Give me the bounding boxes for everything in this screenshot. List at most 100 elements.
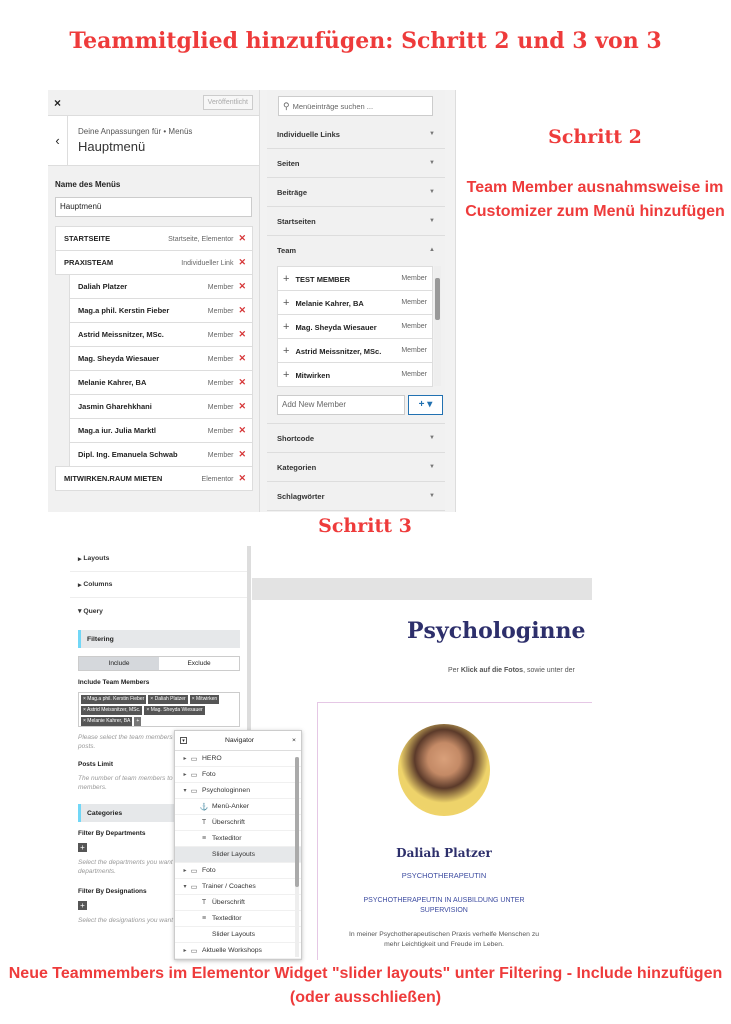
navigator-item[interactable]: ▸ ▭ Foto [175,863,301,879]
add-department-button[interactable]: + [78,843,87,852]
menu-item[interactable]: Dipl. Ing. Emanuela Schwab Member ✕ [69,442,253,467]
section-team[interactable]: Team ▲ [267,236,445,264]
section-shortcode[interactable]: Shortcode ▼ [267,424,445,453]
arrow-icon[interactable]: ▸ [181,867,189,874]
team-item[interactable]: + Mag. Sheyda Wiesauer Member [277,314,433,339]
team-item[interactable]: + TEST MEMBER Member [277,266,433,291]
remove-icon[interactable]: ✕ [238,353,246,363]
section-beiträge[interactable]: Beiträge ▼ [267,178,445,207]
menu-item[interactable]: Astrid Meissnitzer, MSc. Member ✕ [69,322,253,347]
menu-item[interactable]: Melanie Kahrer, BA Member ✕ [69,370,253,395]
team-item[interactable]: + Melanie Kahrer, BA Member [277,290,433,315]
navigator-item[interactable]: T Überschrift [175,895,301,911]
team-item[interactable]: + Astrid Meissnitzer, MSc. Member [277,338,433,363]
section-label: Kategorien [277,462,317,472]
remove-icon[interactable]: ✕ [238,281,246,291]
plus-icon[interactable]: + [283,369,289,381]
member-tag[interactable]: × Astrid Meissnitzer, MSc. [81,706,143,715]
remove-icon[interactable]: ✕ [238,329,246,339]
navigator-item[interactable]: ⚓ Menü-Anker [175,799,301,815]
back-icon[interactable]: ‹ [48,115,68,166]
menu-item[interactable]: PRAXISTEAM Individueller Link ✕ [55,250,253,275]
section-startseiten[interactable]: Startseiten ▼ [267,207,445,236]
remove-icon[interactable]: ✕ [238,449,246,459]
remove-icon[interactable]: ✕ [238,425,246,435]
remove-icon[interactable]: ✕ [238,377,246,387]
navigator-item[interactable]: ▸ ▭ Foto [175,767,301,783]
member-tag[interactable]: × Mag. Sheyda Wiesauer [144,706,205,715]
navigator-item[interactable]: T Überschrift [175,815,301,831]
member-photo[interactable] [398,724,490,816]
menu-item[interactable]: Mag. Sheyda Wiesauer Member ✕ [69,346,253,371]
menu-item-meta: Member ✕ [208,353,246,364]
team-scrollbar[interactable] [434,266,441,386]
expand-icon[interactable]: ▾ [180,737,187,744]
section-label: Startseiten [277,216,316,226]
arrow-icon[interactable]: ▾ [181,787,189,794]
navigator-item[interactable]: ▾ ▭ Trainer / Coaches [175,879,301,895]
plus-icon[interactable]: + [283,345,289,357]
navigator-item[interactable]: ▸ ▭ Aktuelle Workshops [175,943,301,959]
navigator-scrollbar[interactable] [295,757,299,957]
arrow-icon[interactable]: ▾ [181,883,189,890]
menu-item[interactable]: Mag.a iur. Julia Marktl Member ✕ [69,418,253,443]
member-tag[interactable]: × Mag.a phil. Kerstin Fieber [81,695,147,704]
navigator-item[interactable]: ▸ ▭ HERO [175,751,301,767]
section-layouts[interactable]: ▸ Layouts [70,546,248,572]
team-item-type: Member [401,371,427,378]
add-tag-icon[interactable]: + [134,717,142,726]
add-member-button[interactable]: + ▾ [408,395,443,415]
section-query[interactable]: ▾ Query [70,598,248,624]
section-kategorien[interactable]: Kategorien ▼ [267,453,445,482]
team-item[interactable]: + Mitwirken Member [277,362,433,387]
section-columns[interactable]: ▸ Columns [70,572,248,598]
menu-item-meta: Member ✕ [208,329,246,340]
menu-item-meta: Member ✕ [208,449,246,460]
tab-exclude[interactable]: Exclude [159,657,239,670]
navigator-item[interactable]: Slider Layouts [175,847,301,863]
close-icon[interactable]: × [54,96,61,110]
plus-icon[interactable]: + [283,321,289,333]
menu-item[interactable]: MITWIRKEN.RAUM MIETEN Elementor ✕ [55,466,253,491]
search-placeholder: Menüeinträge suchen ... [292,101,374,111]
navigator-item-label: Foto [202,867,216,874]
remove-icon[interactable]: ✕ [238,257,246,267]
tab-include[interactable]: Include [79,657,159,670]
menu-name-input[interactable]: Hauptmenü [55,197,252,217]
publish-button[interactable]: Veröffentlicht [202,95,253,110]
arrow-icon[interactable]: ▸ [181,771,189,778]
include-members-select[interactable]: × Mag.a phil. Kerstin Fieber × Daliah Pla… [78,692,240,727]
remove-icon[interactable]: ✕ [238,305,246,315]
menu-item[interactable]: STARTSEITE Startseite, Elementor ✕ [55,226,253,251]
member-tag[interactable]: × Melanie Kahrer, BA [81,717,133,726]
plus-icon[interactable]: + [283,297,289,309]
remove-icon[interactable]: ✕ [238,473,246,483]
menu-search-input[interactable]: ⚲ Menüeinträge suchen ... [278,96,433,116]
section-seiten[interactable]: Seiten ▼ [267,149,445,178]
close-icon[interactable]: × [292,737,296,744]
menu-item-meta: Member ✕ [208,281,246,292]
navigator-item[interactable]: ≡ Texteditor [175,831,301,847]
menu-item[interactable]: Jasmin Gharehkhani Member ✕ [69,394,253,419]
remove-icon[interactable]: ✕ [238,401,246,411]
section-individuelle-links[interactable]: Individuelle Links ▼ [267,120,445,149]
member-tag[interactable]: × Daliah Platzer [148,695,188,704]
arrow-icon[interactable]: ▸ [181,755,189,762]
chevron-down-icon: ▼ [429,160,435,166]
add-member-input[interactable]: Add New Member [277,395,405,415]
navigator-item[interactable]: ≡ Texteditor [175,911,301,927]
menu-item-name: MITWIRKEN.RAUM MIETEN [64,474,163,483]
arrow-icon[interactable]: ▸ [181,947,189,954]
plus-icon[interactable]: + [283,273,289,285]
navigator-item-label: Menü-Anker [212,803,250,810]
navigator-item[interactable]: ▾ ▭ Psychologinnen [175,783,301,799]
menu-item[interactable]: Mag.a phil. Kerstin Fieber Member ✕ [69,298,253,323]
member-tag[interactable]: × Mitwirken [189,695,220,704]
navigator-item[interactable]: Slider Layouts [175,927,301,943]
member-name: Daliah Platzer [396,846,492,860]
remove-icon[interactable]: ✕ [238,233,246,243]
section-schlagwörter[interactable]: Schlagwörter ▼ [267,482,445,511]
menu-item[interactable]: Daliah Platzer Member ✕ [69,274,253,299]
add-designation-button[interactable]: + [78,901,87,910]
element-icon: T [201,899,207,906]
